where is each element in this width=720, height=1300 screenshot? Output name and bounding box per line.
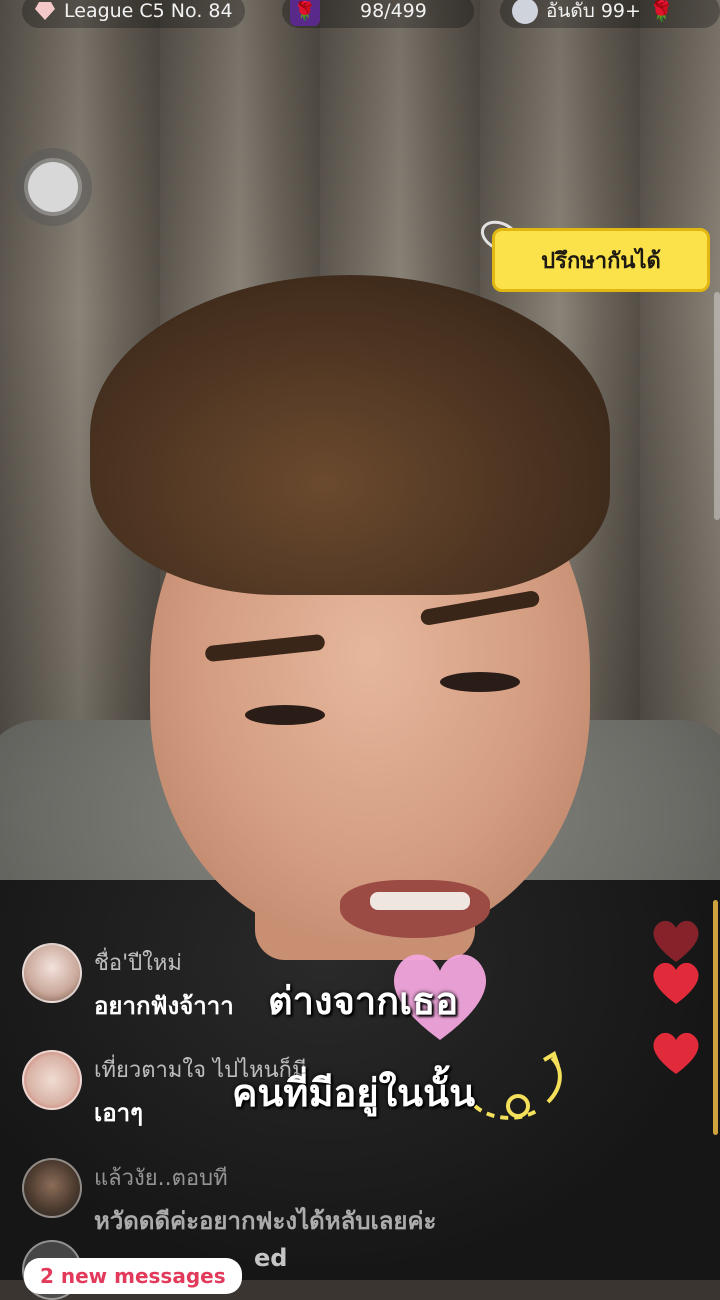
- diamond-icon: [35, 2, 55, 20]
- comment-username: ชื่อ'ปีใหม่: [94, 951, 182, 976]
- lyric-line-1: ต่างจากเธอ: [268, 979, 459, 1023]
- rose-icon: 🌹: [648, 0, 674, 23]
- heart-icon: [653, 1032, 699, 1074]
- comment-message: หวัดดดีค่ะอยากฟะงได้หลับเลยค่ะ: [94, 1207, 437, 1235]
- assistive-touch-button[interactable]: [14, 148, 92, 226]
- consult-tag[interactable]: ปรึกษากันได้: [492, 228, 710, 292]
- doodle-loop-icon: [473, 1051, 562, 1120]
- lyric-line-2: คนที่มีอยู่ในนั้น: [232, 1071, 476, 1115]
- rank-avatar-icon: [512, 0, 538, 24]
- comment-username: แล้วงัย..ตอบที: [94, 1166, 228, 1191]
- avatar: [22, 1050, 82, 1110]
- comment-message: อยากฟังจ้าาา: [94, 992, 234, 1020]
- rank-badge[interactable]: อันดับ 99+ 🌹: [500, 0, 720, 28]
- comment-message: ed: [254, 1244, 288, 1272]
- gift-progress-badge[interactable]: 🌹 98/499: [282, 0, 474, 28]
- side-gold-bar: [713, 900, 718, 1135]
- rose-gift-icon: 🌹: [290, 0, 320, 26]
- streamer-hair: [90, 275, 610, 595]
- gift-progress-count: 98/499: [360, 0, 427, 22]
- rank-label: อันดับ 99+: [546, 0, 641, 22]
- consult-tag-label: ปรึกษากันได้: [541, 248, 661, 274]
- heart-icon: [653, 962, 699, 1004]
- comment-item[interactable]: แล้วงัย..ตอบที หวัดดดีค่ะอยากฟะงได้หลับเ…: [22, 1158, 622, 1240]
- avatar: [22, 943, 82, 1003]
- new-messages-button[interactable]: 2 new messages: [24, 1258, 242, 1294]
- league-badge[interactable]: League C5 No. 84: [22, 0, 245, 28]
- scroll-indicator: [714, 292, 720, 520]
- heart-icon: [653, 920, 699, 962]
- avatar: [22, 1158, 82, 1218]
- league-label: League C5 No. 84: [64, 0, 233, 22]
